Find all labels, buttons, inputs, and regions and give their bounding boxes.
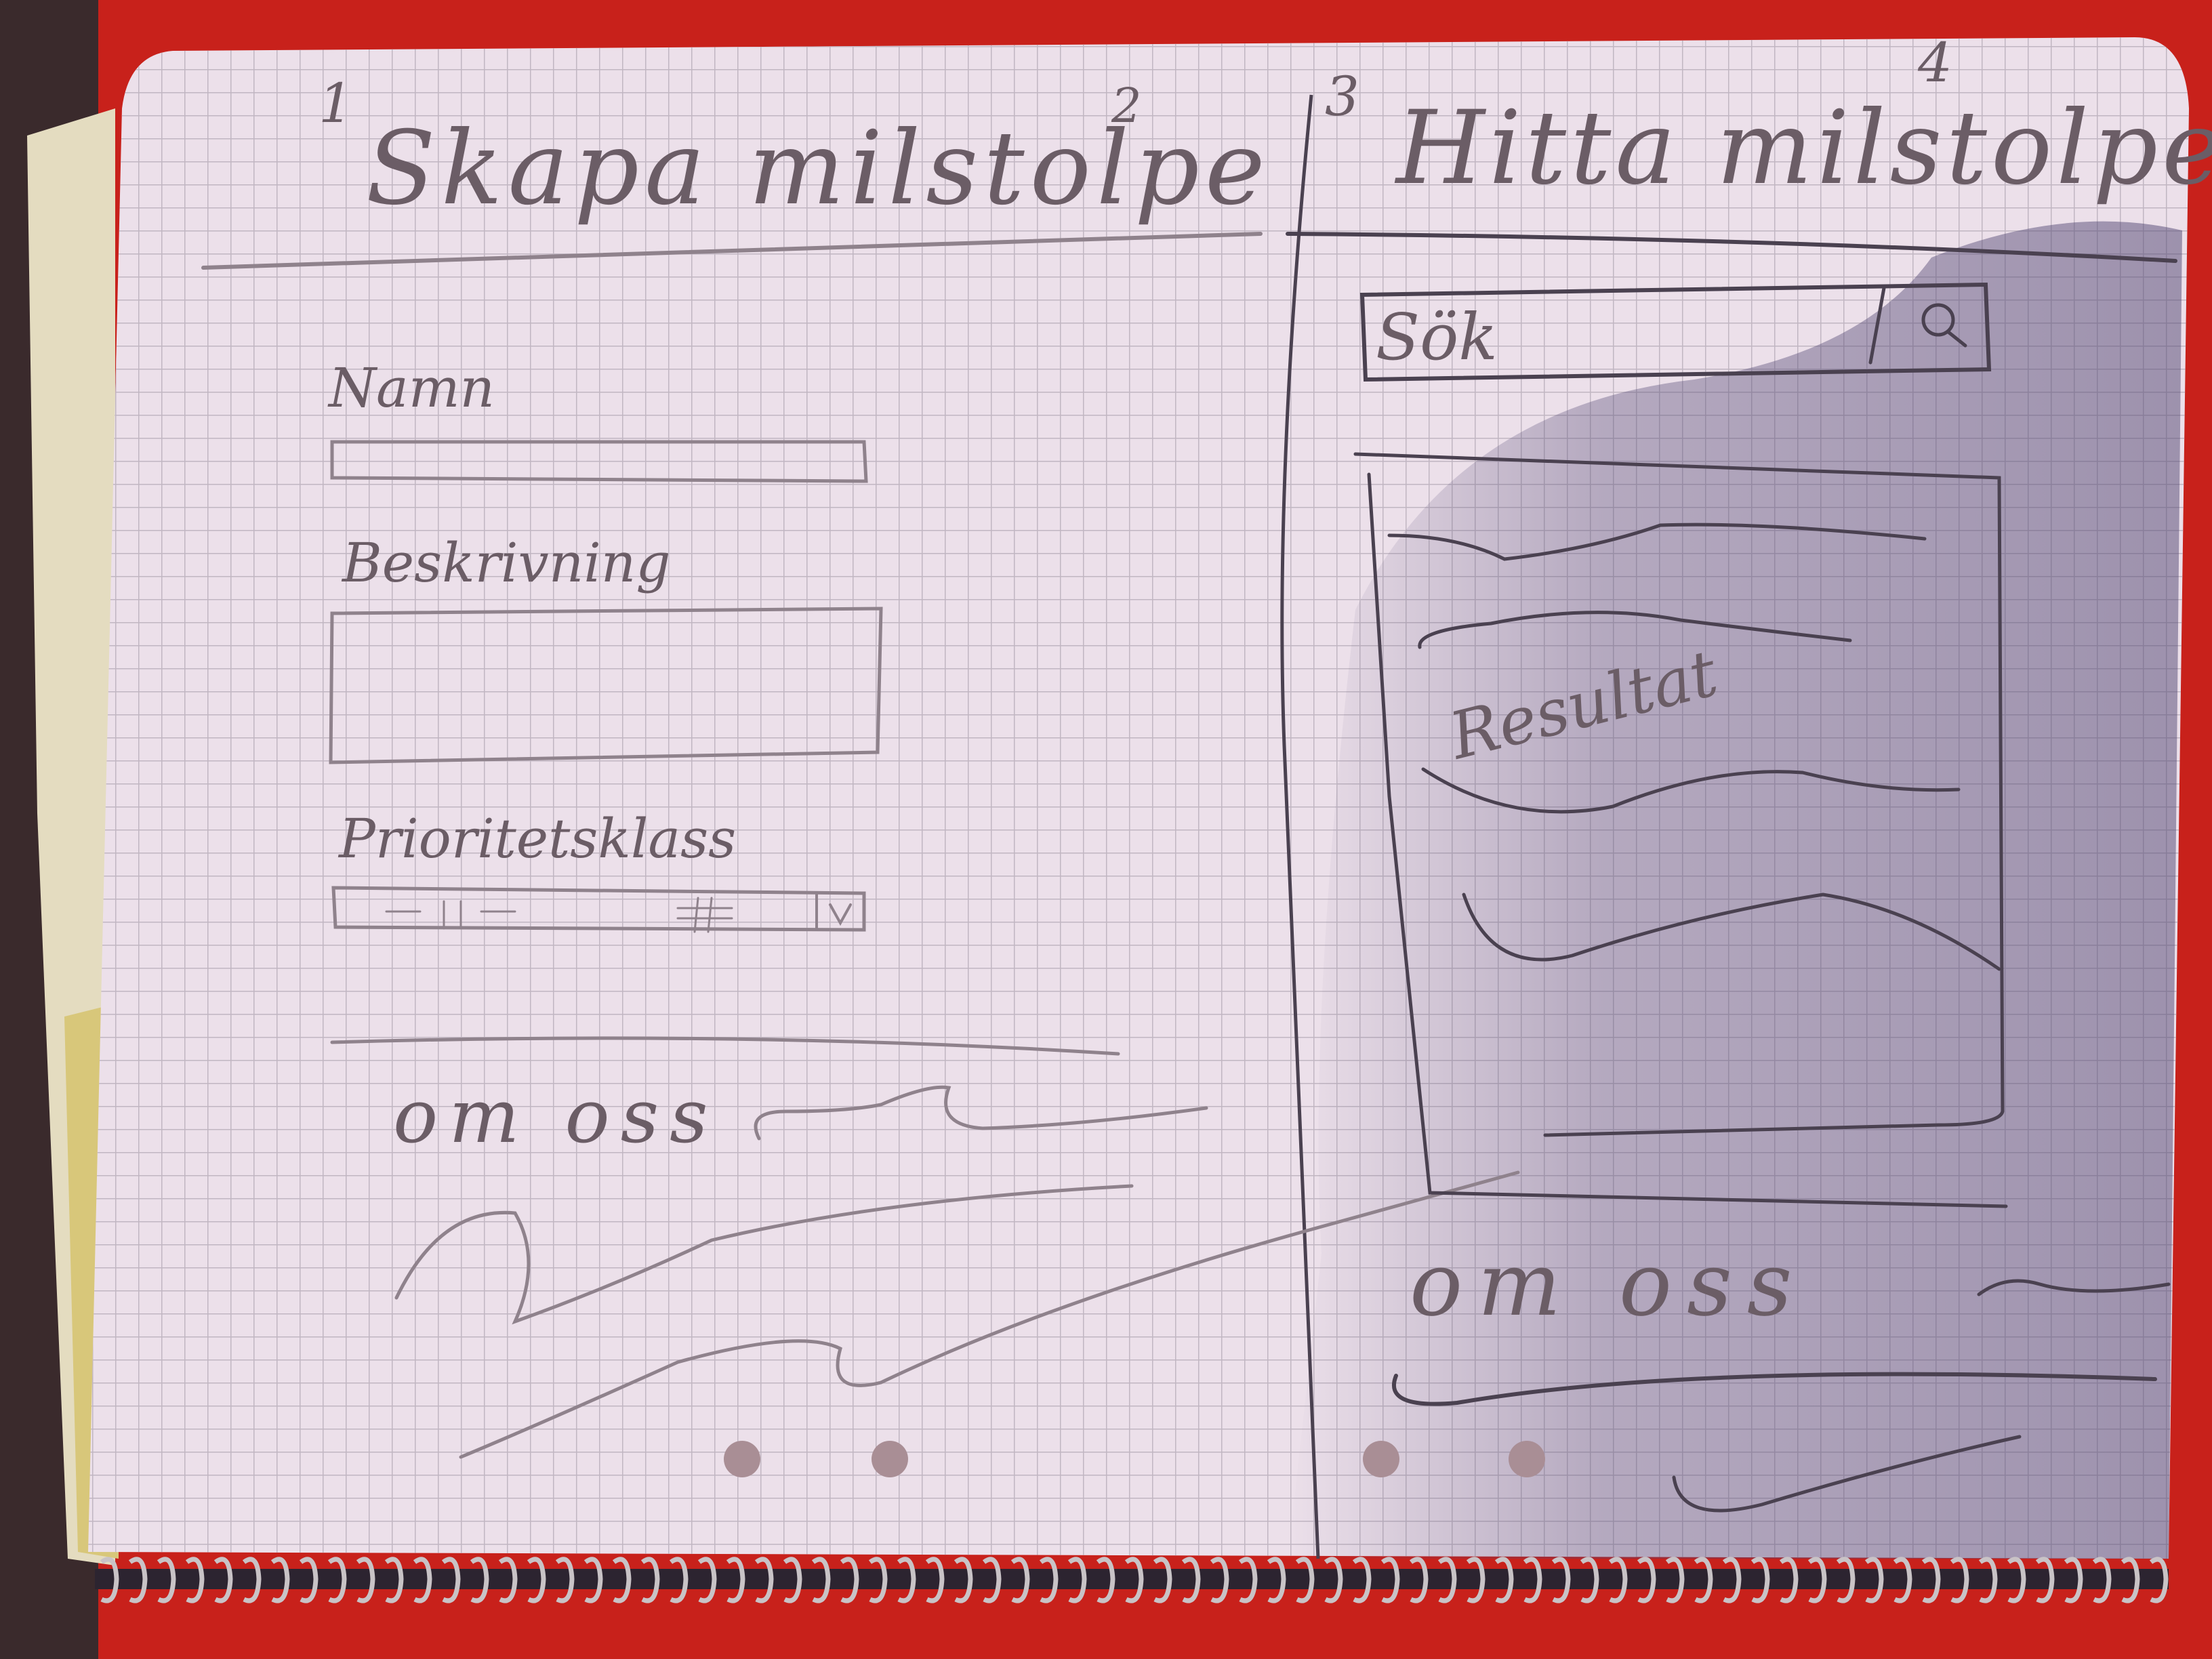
search-placeholder: Sök xyxy=(1376,300,1498,375)
description-label: Beskrivning xyxy=(341,531,671,594)
left-title: Skapa milstolpe xyxy=(366,110,1271,228)
right-title: Hitta milstolpe xyxy=(1394,89,2212,207)
name-label: Namn xyxy=(327,356,495,419)
right-page-number: 3 xyxy=(1325,65,1359,128)
notebook-photo: 1 2 Skapa milstolpe Namn Beskrivning Pri… xyxy=(0,0,2212,1659)
right-footer-heading: om oss xyxy=(1410,1233,1807,1336)
priority-label: Prioritetsklass xyxy=(337,807,736,870)
left-page-number: 1 xyxy=(319,72,353,135)
left-footer-heading: om oss xyxy=(393,1073,719,1160)
right-page-number-right: 4 xyxy=(1917,31,1952,94)
